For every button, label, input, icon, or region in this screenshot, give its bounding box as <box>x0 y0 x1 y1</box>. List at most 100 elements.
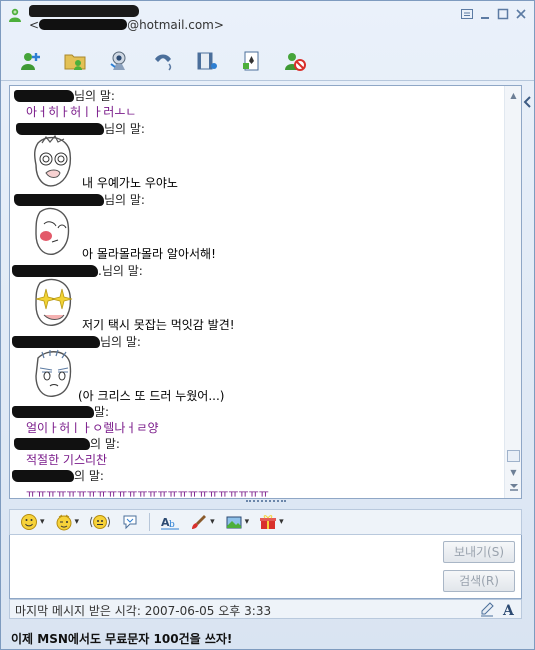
wink-button[interactable]: ▾ <box>51 511 84 533</box>
sender-said: 말: <box>94 405 110 419</box>
contact-name-redacted <box>29 5 139 17</box>
message-text: 내 우예가노 우야노 <box>82 176 178 190</box>
message-text: ㅠㅠㅠㅠㅠㅠㅠㅠㅠㅠㅠㅠㅠㅠㅠㅠㅠㅠㅠㅠㅠㅠㅠㅠ <box>26 487 269 499</box>
sender-name-redacted <box>14 438 90 450</box>
sender-line: 님의 말: <box>14 87 115 104</box>
wink-icon <box>56 514 72 531</box>
message-text: 저기 택시 못잡는 먹잇감 발견! <box>82 318 235 332</box>
sender-name-redacted <box>14 90 74 102</box>
sender-said: 님의 말: <box>100 335 141 349</box>
status-icons: A <box>479 601 517 617</box>
sender-name-redacted <box>12 470 74 482</box>
sender-name-redacted <box>14 194 104 206</box>
send-button[interactable]: 보내기(S) <box>443 541 515 563</box>
message-text: 아 몰라몰라몰라 알아서해! <box>82 247 216 261</box>
last-message-time: 마지막 메시지 받은 시각: 2007-06-05 오후 3:33 <box>15 604 272 618</box>
ad-banner[interactable]: 이제 MSN에서도 무료문자 100건을 쓰자! <box>11 630 232 647</box>
sender-name-redacted <box>12 406 94 418</box>
search-button[interactable]: 검색(R) <box>443 570 515 592</box>
font-icon: Ab <box>161 516 180 530</box>
brush-button[interactable]: ▾ <box>186 511 219 533</box>
crying-face-emoticon <box>35 207 70 255</box>
games-button[interactable] <box>229 44 273 78</box>
email-open-bracket: < <box>29 18 40 32</box>
sender-said: .님의 말: <box>98 264 143 278</box>
conversation-content: 님의 말: 아ㅓ히ㅏ허ㅣㅏ러ㅗㄴ 님의 말: 내 우예가노 우야노 님의 말: <box>10 86 504 498</box>
minimize-icon[interactable] <box>478 7 492 21</box>
phone-icon <box>155 54 172 71</box>
chevron-down-icon: ▾ <box>40 517 45 527</box>
gift-icon <box>260 515 277 529</box>
email-domain: @hotmail.com> <box>127 18 224 32</box>
background-icon <box>226 516 242 529</box>
block-contact-button[interactable] <box>273 44 317 78</box>
resize-grip[interactable] <box>246 500 286 504</box>
chevron-down-icon: ▾ <box>210 517 215 527</box>
background-button[interactable]: ▾ <box>221 511 254 533</box>
activities-button[interactable] <box>185 44 229 78</box>
history-scrollbar[interactable]: ▲ ▼ <box>504 86 521 498</box>
email-redacted <box>39 19 128 30</box>
add-person-icon <box>21 52 40 70</box>
font-button[interactable]: Ab <box>156 511 184 533</box>
nudge-icon <box>90 515 111 529</box>
title-bar: < @hotmail.com> <box>1 1 534 41</box>
chevron-down-icon: ▾ <box>74 517 80 527</box>
sender-said: 의 말: <box>74 469 104 483</box>
brush-icon <box>192 515 207 529</box>
smiley-icon <box>21 514 37 530</box>
status-bar: 마지막 메시지 받은 시각: 2007-06-05 오후 3:33 A <box>9 599 522 619</box>
chevron-down-icon: ▾ <box>279 517 284 527</box>
sender-said: 님의 말: <box>104 122 145 136</box>
sender-said: 의 말: <box>90 437 120 451</box>
scroll-end-icon[interactable] <box>505 482 521 496</box>
collapse-sidebar-icon[interactable] <box>522 91 534 113</box>
film-icon <box>197 52 217 69</box>
invite-contact-button[interactable] <box>9 44 53 78</box>
scroll-thumb[interactable] <box>507 450 520 462</box>
text-mode-icon[interactable]: A <box>501 601 517 617</box>
maximize-icon[interactable] <box>496 7 510 21</box>
message-text: 얼이ㅏ허ㅣㅏㅇ렐나ㅓㄹ양 <box>26 421 159 435</box>
msn-buddy-icon <box>9 8 21 22</box>
voice-call-button[interactable] <box>141 44 185 78</box>
video-call-button[interactable] <box>97 44 141 78</box>
scroll-down-icon[interactable]: ▼ <box>505 466 521 480</box>
folder-icon <box>64 54 86 70</box>
conversation-history[interactable]: 님의 말: 아ㅓ히ㅏ허ㅣㅏ러ㅗㄴ 님의 말: 내 우예가노 우야노 님의 말: <box>9 85 522 499</box>
voice-clip-button[interactable] <box>117 511 143 533</box>
gift-button[interactable]: ▾ <box>255 511 288 533</box>
sparkle-eyes-emoticon <box>35 278 73 326</box>
compose-area: 보내기(S) 검색(R) <box>9 535 522 599</box>
sender-line: 의 말: <box>14 435 120 452</box>
sender-name-redacted <box>16 123 104 135</box>
svg-text:A: A <box>502 603 515 617</box>
message-text: 적절한 기스리찬 <box>26 453 108 467</box>
action-toolbar <box>1 41 534 81</box>
close-icon[interactable] <box>514 7 528 21</box>
emoticon-button[interactable]: ▾ <box>16 511 49 533</box>
contact-email: < @hotmail.com> <box>29 18 224 32</box>
gloomy-face-emoticon <box>35 349 72 397</box>
send-files-button[interactable] <box>53 44 97 78</box>
chat-window: < @hotmail.com> 님의 말: 아ㅓ히ㅏ허ㅣㅏ러ㅗㄴ 님의 말: 내… <box>0 0 535 650</box>
sender-name-redacted <box>12 336 100 348</box>
sender-line: 의 말: <box>12 467 104 484</box>
sender-name-redacted <box>12 265 98 277</box>
sender-said: 님의 말: <box>74 89 115 103</box>
block-contact-icon <box>285 52 306 71</box>
voice-clip-icon <box>123 515 137 530</box>
toolbar-separator <box>149 513 151 531</box>
webcam-icon <box>110 51 126 70</box>
chevron-down-icon: ▾ <box>244 517 250 527</box>
scroll-up-icon[interactable]: ▲ <box>505 89 521 103</box>
window-controls <box>460 7 528 21</box>
game-card-icon <box>243 51 259 70</box>
sender-said: 님의 말: <box>104 193 145 207</box>
format-toolbar: ▾ ▾ Ab ▾ ▾ ▾ <box>9 509 522 535</box>
handwriting-icon[interactable] <box>479 601 495 617</box>
menu-icon[interactable] <box>460 7 474 21</box>
nudge-button[interactable] <box>85 511 115 533</box>
message-text: 아ㅓ히ㅏ허ㅣㅏ러ㅗㄴ <box>26 105 137 119</box>
message-input[interactable] <box>12 537 432 595</box>
